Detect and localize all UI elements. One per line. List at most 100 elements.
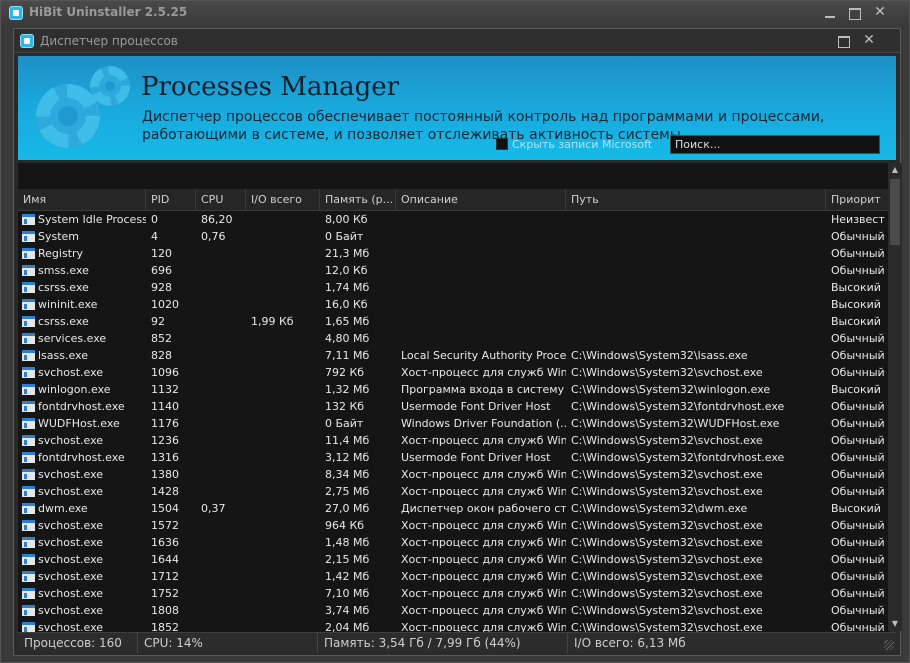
cell-cpu: 86,20 (201, 213, 233, 226)
cell-priority: Обычный (831, 536, 885, 549)
table-row[interactable]: wininit.exe 1020 16,0 Кб Высокий (18, 296, 890, 313)
column-header-name[interactable]: Имя (18, 189, 146, 211)
cell-pid: 92 (151, 315, 165, 328)
cell-name: svchost.exe (38, 519, 104, 532)
cell-description (401, 245, 566, 262)
table-row[interactable]: WUDFHost.exe 1176 0 Байт Windows Driver Fou… (18, 415, 890, 432)
table-row[interactable]: svchost.exe 1096 792 Кб Хост-процесс для сл… (18, 364, 890, 381)
cell-description: Хост-процесс для служб Win... (401, 485, 566, 498)
cell-cpu (201, 381, 246, 398)
table-row[interactable]: svchost.exe 1572 964 Кб Хост-процесс для сл… (18, 517, 890, 534)
cell-name: smss.exe (38, 264, 89, 277)
cell-memory: 1,42 Мб (325, 570, 370, 583)
cell-memory: 1,32 Мб (325, 383, 370, 396)
cell-name: csrss.exe (38, 315, 89, 328)
main-title-bar[interactable]: HiBit Uninstaller 2.5.25 ✕ (1, 1, 909, 25)
table-row[interactable]: csrss.exe 928 1,74 Мб Высокий (18, 279, 890, 296)
table-row[interactable]: svchost.exe 1236 11,4 Мб Хост-процесс для с… (18, 432, 890, 449)
cell-memory: 21,3 Мб (325, 247, 370, 260)
checkbox-box[interactable] (496, 138, 508, 150)
cell-io (251, 381, 320, 398)
cell-memory: 3,12 Мб (325, 451, 370, 464)
cell-priority: Обычный (831, 485, 885, 498)
cell-priority: Высокий (831, 383, 881, 396)
cell-memory: 8,00 Кб (325, 213, 368, 226)
cell-name: System (38, 230, 80, 243)
cell-memory: 4,80 Мб (325, 332, 370, 345)
column-header-memory[interactable]: Память (р... (320, 189, 396, 211)
column-header-cpu[interactable]: CPU (196, 189, 246, 211)
process-manager-dialog: Диспетчер процессов ✕ Processes Manager … (13, 28, 902, 656)
cell-priority: Обычный (831, 366, 885, 379)
cell-description (401, 211, 566, 228)
search-input[interactable] (670, 135, 880, 154)
cell-description: Windows Driver Foundation (... (401, 417, 566, 430)
table-row[interactable]: svchost.exe 1644 2,15 Мб Хост-процесс для с… (18, 551, 890, 568)
cell-cpu (201, 364, 246, 381)
status-memory: Память: 3,54 Гб / 7,99 Гб (44%) (318, 633, 568, 653)
cell-description: Хост-процесс для служб Win... (401, 553, 566, 566)
scroll-down-icon[interactable]: ▼ (888, 617, 902, 631)
table-row[interactable]: svchost.exe 1380 8,34 Мб Хост-процесс для с… (18, 466, 890, 483)
dialog-title-bar[interactable]: Диспетчер процессов ✕ (14, 29, 900, 53)
table-row[interactable]: System Idle Process 0 86,20 8,00 Кб Неизвест (18, 211, 890, 228)
cell-priority: Обычный (831, 587, 885, 600)
table-row[interactable]: smss.exe 696 12,0 Кб Обычный (18, 262, 890, 279)
cell-pid: 1504 (151, 502, 179, 515)
cell-io (251, 330, 320, 347)
column-header-path[interactable]: Путь (566, 189, 826, 211)
table-row[interactable]: fontdrvhost.exe 1140 132 Кб Usermode Font D… (18, 398, 890, 415)
cell-cpu (201, 568, 246, 585)
column-header-description[interactable]: Описание (396, 189, 566, 211)
table-row[interactable]: csrss.exe 92 1,99 Кб 1,65 Мб Высокий (18, 313, 890, 330)
cell-name: dwm.exe (38, 502, 88, 515)
cell-cpu (201, 602, 246, 619)
cell-priority: Неизвест (831, 213, 885, 226)
table-row[interactable]: winlogon.exe 1132 1,32 Мб Программа входа в… (18, 381, 890, 398)
dialog-close-icon[interactable]: ✕ (856, 31, 882, 51)
vertical-scrollbar[interactable]: ▲ ▼ (888, 163, 902, 631)
cell-description: Хост-процесс для служб Win... (401, 519, 566, 532)
cell-pid: 1132 (151, 383, 179, 396)
table-row[interactable]: services.exe 852 4,80 Мб Обычный (18, 330, 890, 347)
table-row[interactable]: svchost.exe 1712 1,42 Мб Хост-процесс для с… (18, 568, 890, 585)
cell-io (251, 551, 320, 568)
cell-description (401, 330, 566, 347)
scroll-up-icon[interactable]: ▲ (888, 163, 902, 177)
table-row[interactable]: System 4 0,76 0 Байт Обычный (18, 228, 890, 245)
cell-description (401, 279, 566, 296)
scroll-thumb[interactable] (890, 179, 900, 245)
column-header-io[interactable]: I/O всего (246, 189, 320, 211)
cell-cpu (201, 347, 246, 364)
cell-name: lsass.exe (38, 349, 88, 362)
table-row[interactable]: svchost.exe 1428 2,75 Мб Хост-процесс для с… (18, 483, 890, 500)
cell-io (251, 517, 320, 534)
table-row[interactable]: svchost.exe 1752 7,10 Мб Хост-процесс для с… (18, 585, 890, 602)
dialog-maximize-icon[interactable] (830, 31, 856, 51)
column-header-priority[interactable]: Приорит (826, 189, 890, 211)
table-row[interactable]: dwm.exe 1504 0,37 27,0 Мб Диспетчер окон раб… (18, 500, 890, 517)
cell-path: C:\Windows\System32\svchost.exe (571, 519, 763, 532)
close-icon[interactable]: ✕ (867, 3, 893, 23)
status-bar: Процессов: 160 CPU: 14% Память: 3,54 Гб … (18, 632, 896, 653)
cell-pid: 1236 (151, 434, 179, 447)
table-row[interactable]: lsass.exe 828 7,11 Мб Local Security Author… (18, 347, 890, 364)
cell-io (251, 449, 320, 466)
minimize-icon[interactable] (817, 3, 843, 23)
column-header-pid[interactable]: PID (146, 189, 196, 211)
table-row[interactable]: svchost.exe 1636 1,48 Мб Хост-процесс для с… (18, 534, 890, 551)
cell-name: winlogon.exe (38, 383, 111, 396)
cell-pid: 1572 (151, 519, 179, 532)
table-row[interactable]: fontdrvhost.exe 1316 3,12 Мб Usermode Font … (18, 449, 890, 466)
cell-name: fontdrvhost.exe (38, 400, 125, 413)
maximize-icon[interactable] (841, 3, 867, 23)
resize-grip-icon[interactable] (884, 640, 894, 650)
cell-cpu (201, 432, 246, 449)
status-processes: Процессов: 160 (18, 633, 138, 653)
table-row[interactable]: Registry 120 21,3 Мб Обычный (18, 245, 890, 262)
table-body: System Idle Process 0 86,20 8,00 Кб Неизвест… (18, 211, 890, 636)
hide-microsoft-checkbox[interactable]: Скрыть записи Microsoft (496, 137, 652, 153)
cell-memory: 0 Байт (325, 417, 364, 430)
cell-cpu (201, 483, 246, 500)
table-row[interactable]: svchost.exe 1808 3,74 Мб Хост-процесс для с… (18, 602, 890, 619)
